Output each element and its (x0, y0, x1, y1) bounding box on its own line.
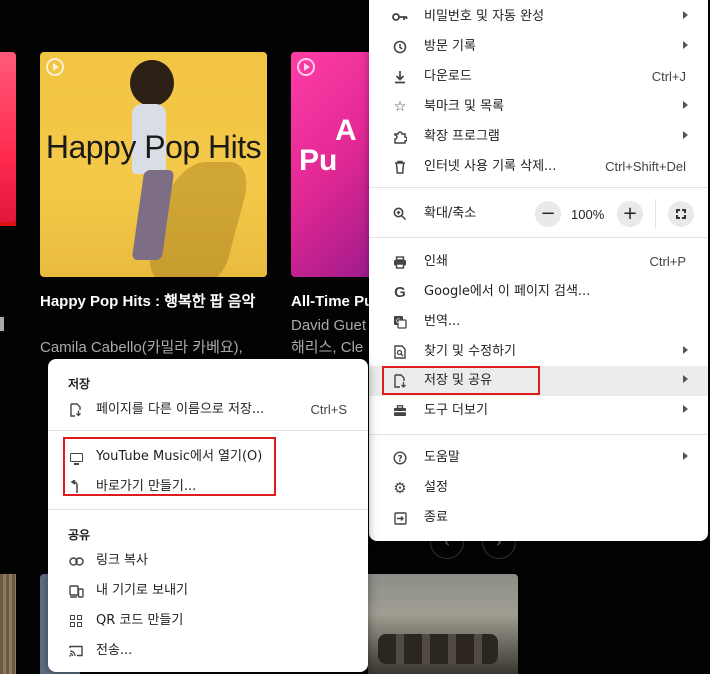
save-section-heading: 저장 (68, 377, 91, 391)
card-subtitle[interactable]: 해리스, Cle (291, 337, 363, 359)
menu-item-extensions[interactable]: 확장 프로그램 (369, 122, 708, 152)
menu-item-label: 확장 프로그램 (424, 129, 500, 144)
highlight-box-save-share (382, 366, 540, 395)
menu-item-label: 전송... (96, 643, 133, 658)
cast-icon (68, 643, 84, 659)
zoom-level: 100% (571, 207, 605, 222)
fullscreen-button[interactable] (668, 201, 694, 227)
card-subtitle[interactable]: Camila Cabello(카밀라 카베요), (40, 337, 243, 359)
download-icon (392, 69, 408, 85)
zoom-icon (392, 206, 408, 222)
devices-icon (68, 583, 84, 599)
menu-item-label: 북마크 및 목록 (424, 99, 505, 114)
menu-item-create-qr-code[interactable]: QR 코드 만들기 (48, 606, 368, 636)
menu-item-label: 인터넷 사용 기록 삭제... (424, 159, 557, 174)
fullscreen-icon (675, 208, 689, 222)
zoom-out-button[interactable]: − (535, 201, 561, 227)
menu-item-cast[interactable]: 전송... (48, 636, 368, 666)
share-section-heading: 공유 (68, 528, 91, 542)
album-thumbnail[interactable] (368, 574, 518, 674)
menu-item-history[interactable]: 방문 기록 (369, 32, 708, 62)
save-share-submenu: 저장 페이지를 다른 이름으로 저장... Ctrl+S YouTube Mus… (48, 359, 368, 672)
menu-item-label: 방문 기록 (424, 39, 476, 54)
menu-item-send-to-devices[interactable]: 내 기기로 보내기 (48, 576, 368, 606)
partial-album-cover[interactable] (0, 52, 16, 226)
menu-item-label: 비밀번호 및 자동 완성 (424, 9, 545, 24)
shortcut-text: Ctrl+J (651, 69, 686, 84)
music-badge-icon (297, 58, 315, 76)
submenu-arrow-icon (683, 131, 688, 139)
submenu-arrow-icon (683, 11, 688, 19)
menu-item-downloads[interactable]: 다운로드 Ctrl+J (369, 62, 708, 92)
cover-title-text: Happy Pop Hits (45, 129, 262, 165)
menu-item-label: 내 기기로 보내기 (96, 583, 188, 598)
menu-separator (48, 509, 368, 510)
zoom-in-button[interactable]: + (617, 201, 643, 227)
shortcut-text: Ctrl+S (310, 402, 347, 417)
star-icon: ☆ (393, 99, 407, 115)
menu-item-label: 다운로드 (424, 69, 472, 84)
link-icon (68, 553, 84, 569)
card-subtitle[interactable]: David Guet (291, 315, 366, 337)
qr-code-icon (68, 613, 84, 629)
key-icon (392, 9, 408, 25)
menu-item-label: QR 코드 만들기 (96, 613, 184, 628)
album-thumbnail[interactable] (0, 574, 16, 674)
menu-item-copy-link[interactable]: 링크 복사 (48, 546, 368, 576)
zoom-divider (655, 199, 656, 229)
menu-item-label: 페이지를 다른 이름으로 저장... (96, 402, 265, 417)
chrome-main-menu: 비밀번호 및 자동 완성 방문 기록 다운로드 Ctrl+J ☆ 북마크 및 목… (369, 0, 708, 541)
menu-separator (369, 187, 708, 188)
puzzle-icon (392, 129, 408, 145)
shortcut-text: Ctrl+Shift+Del (605, 159, 686, 174)
divider (0, 317, 4, 331)
cover-title-line: A (335, 114, 357, 147)
menu-separator (48, 430, 368, 431)
save-page-icon (68, 402, 84, 418)
band-photo (378, 634, 498, 664)
menu-item-label: 링크 복사 (96, 553, 148, 568)
card-title[interactable]: Happy Pop Hits : 행복한 팝 음악 (40, 291, 270, 313)
menu-item-clear-browsing-data[interactable]: 인터넷 사용 기록 삭제... Ctrl+Shift+Del (369, 152, 708, 182)
history-icon (392, 39, 408, 55)
submenu-arrow-icon (683, 41, 688, 49)
cover-title-text: A Pu (299, 114, 357, 176)
card-title[interactable]: All-Time Pu (291, 291, 373, 313)
highlight-box-open-and-shortcut (63, 437, 276, 496)
music-badge-icon (46, 58, 64, 76)
all-time-pop-cover[interactable]: A Pu (291, 52, 381, 277)
menu-item-bookmarks[interactable]: ☆ 북마크 및 목록 (369, 92, 708, 122)
menu-item-passwords[interactable]: 비밀번호 및 자동 완성 (369, 2, 708, 32)
submenu-arrow-icon (683, 101, 688, 109)
menu-item-label: 확대/축소 (424, 206, 477, 221)
cover-title-line: Pu (299, 144, 338, 177)
happy-pop-hits-cover[interactable]: Happy Pop Hits (40, 52, 267, 277)
cover-person (130, 60, 174, 106)
menu-item-save-page-as[interactable]: 페이지를 다른 이름으로 저장... Ctrl+S (48, 395, 368, 425)
trash-icon (392, 159, 408, 175)
